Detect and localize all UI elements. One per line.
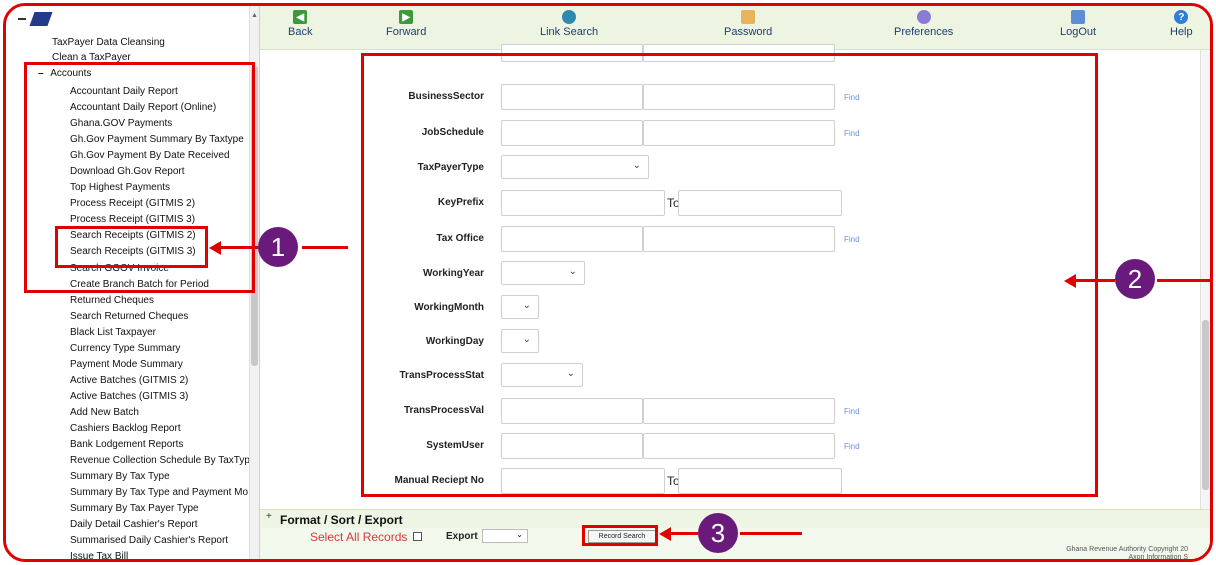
- app-frame: TaxPayer Data Cleansing Clean a TaxPayer…: [3, 3, 1213, 562]
- forward-button[interactable]: ▶ Forward: [386, 10, 426, 38]
- select-all-label: Select All Records: [310, 530, 408, 544]
- sidebar-item[interactable]: Active Batches (GITMIS 3): [70, 390, 188, 404]
- tree-collapse-dash: [18, 18, 26, 20]
- annotation-arrow-2-line: [1075, 279, 1115, 282]
- help-icon: ?: [1174, 10, 1189, 24]
- sidebar-item-taxpayer-data-cleansing[interactable]: TaxPayer Data Cleansing: [52, 36, 165, 50]
- annotation-box-search-form: [361, 53, 1098, 497]
- chevron-down-icon: ⌄: [516, 530, 523, 539]
- link-search-button[interactable]: Link Search: [540, 10, 598, 38]
- forward-arrow-icon: ▶: [399, 10, 414, 24]
- sidebar-item[interactable]: Summary By Tax Payer Type: [70, 502, 199, 516]
- preferences-icon: [916, 10, 931, 24]
- annotation-badge-2: 2: [1115, 259, 1155, 299]
- app-logo-icon: [29, 12, 53, 26]
- sidebar-item[interactable]: Cashiers Backlog Report: [70, 422, 181, 436]
- footer: Ghana Revenue Authority Copyright 20 Axo…: [260, 546, 1210, 561]
- sidebar-item[interactable]: Add New Batch: [70, 406, 139, 420]
- sidebar-item[interactable]: Bank Lodgement Reports: [70, 438, 183, 452]
- help-label: Help: [1170, 26, 1193, 38]
- help-button[interactable]: ? Help: [1170, 10, 1193, 38]
- select-all-checkbox[interactable]: [413, 532, 422, 541]
- copyright-line-2: Axon Information S: [1128, 554, 1188, 561]
- annotation-badge-3: 3: [698, 513, 738, 553]
- format-sort-export-title: Format / Sort / Export: [280, 513, 403, 527]
- sidebar-item[interactable]: Issue Tax Bill: [70, 550, 128, 559]
- main-scroll-thumb[interactable]: [1202, 320, 1209, 490]
- sidebar-item[interactable]: Summary By Tax Type: [70, 470, 170, 484]
- logout-icon: [1071, 10, 1086, 24]
- sidebar-item[interactable]: Search Returned Cheques: [70, 310, 188, 324]
- key-icon: [741, 10, 756, 24]
- annotation-arrow-2-tail: [1157, 279, 1210, 282]
- logout-label: LogOut: [1060, 26, 1097, 38]
- copyright-line-1: Ghana Revenue Authority Copyright 20: [1066, 546, 1188, 553]
- password-button[interactable]: Password: [724, 10, 772, 38]
- annotation-arrow-1-line: [220, 246, 263, 249]
- annotation-arrow-3-line: [670, 532, 698, 535]
- back-arrow-icon: ◀: [293, 10, 308, 24]
- annotation-arrow-3-tail: [740, 532, 802, 535]
- logout-button[interactable]: LogOut: [1060, 10, 1096, 38]
- copyright-text: Ghana Revenue Authority Copyright 20 Axo…: [1066, 546, 1188, 561]
- sidebar-item[interactable]: Summarised Daily Cashier's Report: [70, 534, 228, 548]
- export-label: Export: [446, 531, 478, 542]
- sidebar-item[interactable]: Active Batches (GITMIS 2): [70, 374, 188, 388]
- main-scrollbar[interactable]: [1200, 50, 1210, 520]
- link-search-label: Link Search: [540, 26, 599, 38]
- sidebar-item[interactable]: Returned Cheques: [70, 294, 154, 308]
- export-select[interactable]: ⌄: [482, 529, 528, 543]
- annotation-box-record-search: [582, 525, 658, 546]
- preferences-button[interactable]: Preferences: [894, 10, 953, 38]
- annotation-box-search-receipts: [55, 226, 208, 268]
- sidebar-item[interactable]: Payment Mode Summary: [70, 358, 183, 372]
- password-label: Password: [724, 26, 773, 38]
- sidebar-item[interactable]: Currency Type Summary: [70, 342, 180, 356]
- sidebar-item[interactable]: Daily Detail Cashier's Report: [70, 518, 198, 532]
- expand-plus-icon[interactable]: +: [266, 511, 272, 522]
- forward-label: Forward: [386, 26, 427, 38]
- globe-icon: [562, 10, 577, 24]
- back-label: Back: [288, 26, 313, 38]
- sidebar-item[interactable]: Revenue Collection Schedule By TaxTyp: [70, 454, 250, 468]
- preferences-label: Preferences: [894, 26, 954, 38]
- sidebar-item[interactable]: Summary By Tax Type and Payment Mo: [70, 486, 248, 500]
- annotation-badge-1: 1: [258, 227, 298, 267]
- back-button[interactable]: ◀ Back: [288, 10, 312, 38]
- scroll-up-icon[interactable]: ▲: [251, 12, 258, 19]
- sidebar-item[interactable]: Black List Taxpayer: [70, 326, 156, 340]
- annotation-arrow-1-tail: [302, 246, 348, 249]
